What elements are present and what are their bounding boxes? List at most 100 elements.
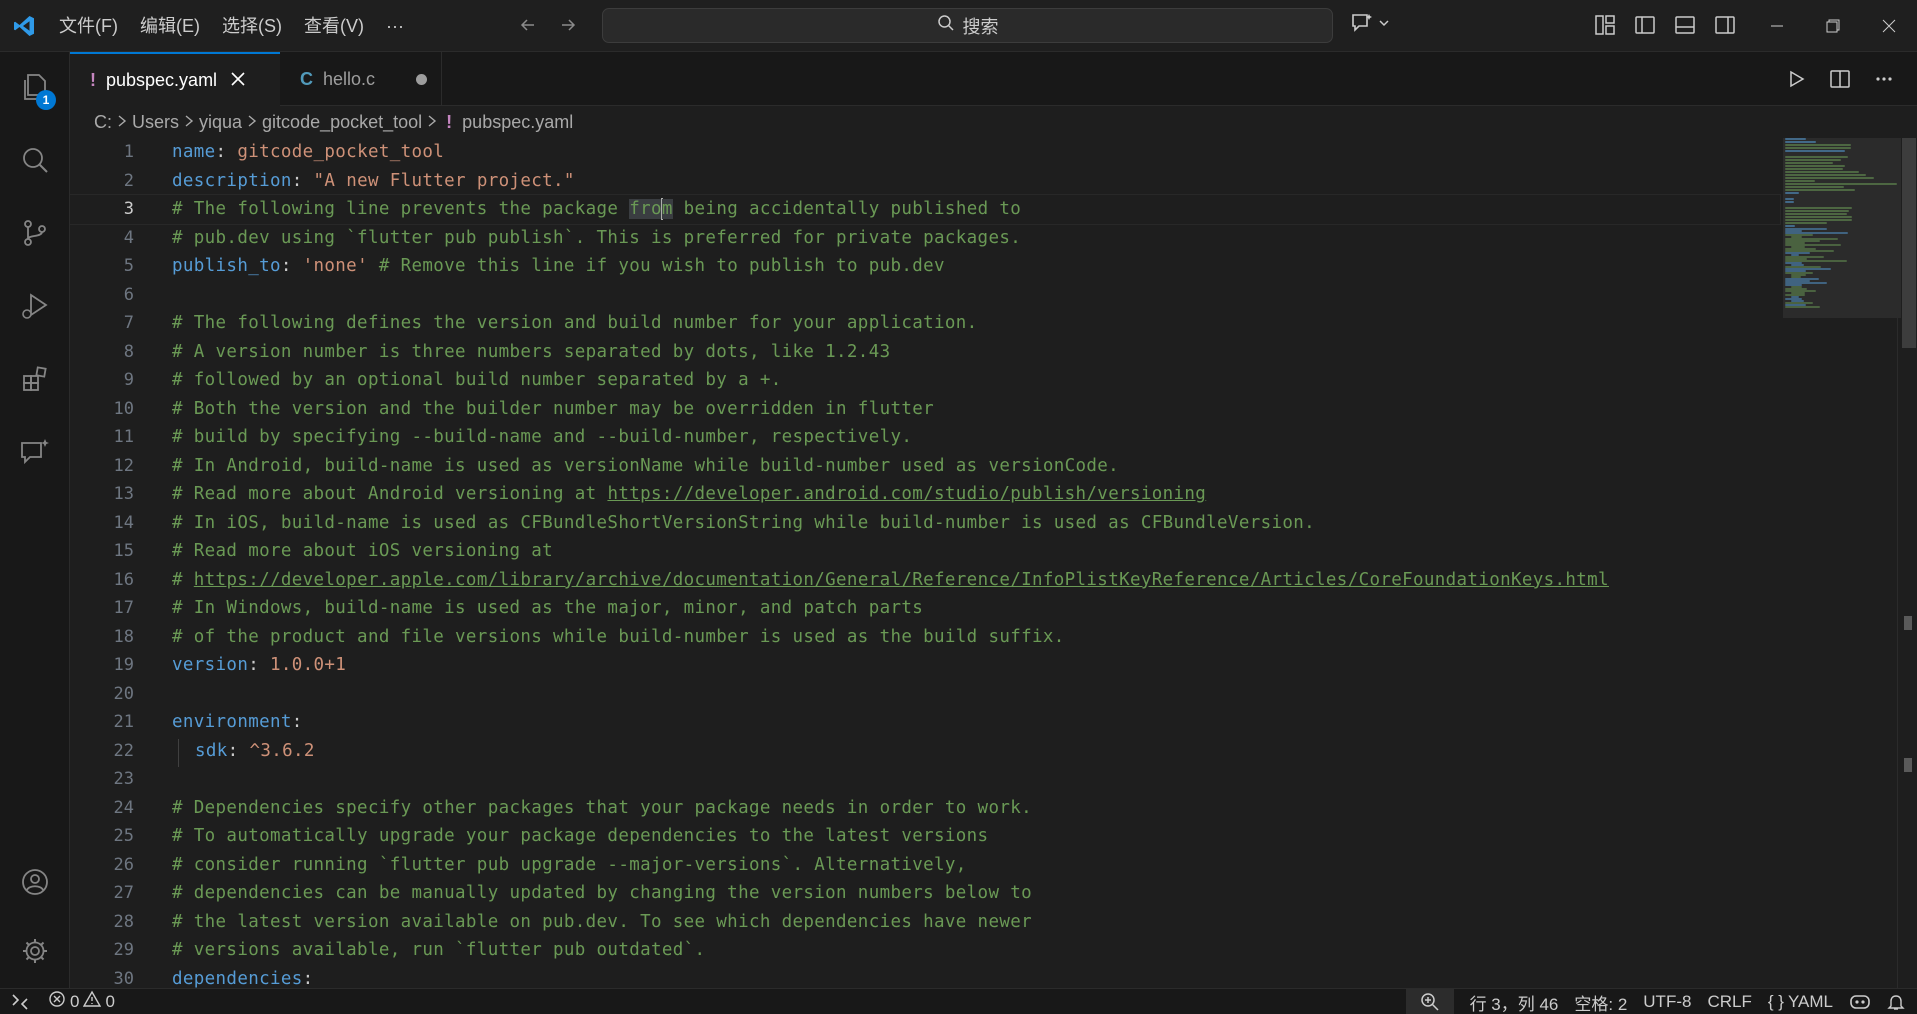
run-file-icon[interactable] (1783, 66, 1809, 92)
toggle-secondary-sidebar-icon[interactable] (1712, 12, 1738, 38)
code-line: 7 # The following defines the version an… (70, 309, 1770, 338)
minimap-line (1785, 186, 1844, 188)
encoding[interactable]: UTF-8 (1635, 989, 1699, 1014)
account-icon[interactable] (0, 847, 70, 917)
link-ios-versioning[interactable]: https://developer.apple.com/library/arch… (194, 570, 1609, 590)
tab-pubspec-yaml[interactable]: ! pubspec.yaml (70, 52, 280, 107)
more-actions-icon[interactable] (1871, 66, 1897, 92)
scrollbar-thumb[interactable] (1902, 138, 1916, 348)
end-of-line[interactable]: CRLF (1699, 989, 1759, 1014)
unsaved-dot-icon[interactable] (416, 74, 427, 85)
run-debug-icon[interactable] (0, 271, 70, 341)
code-text: # To automatically upgrade your package … (172, 826, 989, 847)
status-bar-right: 行 3，列 46 空格: 2 UTF-8 CRLF { } YAML (1405, 989, 1917, 1014)
code-line: 29 # versions available, run `flutter pu… (70, 936, 1770, 965)
menu-view[interactable]: 查看(V) (293, 9, 375, 43)
explorer-icon[interactable]: 1 (0, 52, 70, 122)
code-text: # In Windows, build-name is used as the … (172, 598, 924, 619)
minimap-line (1785, 159, 1842, 161)
minimap-line (1785, 168, 1843, 170)
breadcrumb-folder[interactable]: gitcode_pocket_tool (262, 112, 422, 133)
line-number: 23 (113, 769, 134, 790)
menu-more[interactable]: ··· (375, 9, 415, 43)
indentation[interactable]: 空格: 2 (1566, 989, 1635, 1014)
code-line: 21 environment: (70, 708, 1770, 737)
breadcrumb-drive[interactable]: C: (94, 112, 112, 133)
menu-file[interactable]: 文件(F) (48, 9, 129, 43)
split-editor-icon[interactable] (1827, 66, 1853, 92)
code-line: 30 dependencies: (70, 965, 1770, 988)
forward-arrow-icon[interactable] (555, 12, 581, 38)
line-number: 22 (113, 740, 134, 761)
vertical-scrollbar[interactable] (1897, 138, 1917, 988)
toggle-panel-icon[interactable] (1672, 12, 1698, 38)
manage-gear-icon[interactable] (0, 916, 70, 986)
language-mode[interactable]: { } YAML (1760, 989, 1841, 1014)
yaml-file-icon: ! (90, 70, 96, 90)
code-text: # A version number is three numbers sepa… (172, 341, 891, 362)
toggle-primary-sidebar-icon[interactable] (1632, 12, 1658, 38)
extensions-icon[interactable] (0, 344, 70, 414)
minimap-line (1785, 189, 1855, 191)
copilot-chat-button[interactable] (1350, 12, 1390, 37)
code-text: # In Android, build-name is used as vers… (172, 455, 1120, 476)
command-center-search[interactable]: 搜索 (602, 8, 1333, 43)
notifications-bell-icon[interactable] (1879, 989, 1917, 1014)
search-icon[interactable] (0, 125, 70, 195)
line-number: 27 (113, 883, 134, 904)
close-tab-icon[interactable] (231, 70, 245, 91)
remote-icon[interactable] (0, 989, 40, 1014)
cursor-position[interactable]: 行 3，列 46 (1462, 989, 1567, 1014)
minimap-line (1785, 213, 1848, 215)
code-line-current: 3 # The following line prevents the pack… (70, 194, 1781, 225)
yaml-file-icon: ! (446, 111, 453, 132)
line-number: 7 (123, 313, 134, 334)
error-count: 0 (70, 991, 80, 1011)
line-number: 13 (113, 484, 134, 505)
chat-icon[interactable] (0, 417, 70, 487)
breadcrumb-users[interactable]: Users (132, 112, 179, 133)
customize-layout-icon[interactable] (1592, 12, 1618, 38)
copilot-status-icon[interactable] (1841, 989, 1879, 1014)
minimap-line (1785, 180, 1815, 182)
code-line: 16 # https://developer.apple.com/library… (70, 566, 1770, 595)
code-text: # consider running `flutter pub upgrade … (172, 854, 967, 875)
menu-selection[interactable]: 选择(S) (211, 9, 293, 43)
line-number: 29 (113, 940, 134, 961)
source-control-icon[interactable] (0, 198, 70, 268)
minimap-line (1785, 177, 1875, 179)
zoom-icon[interactable] (1405, 989, 1454, 1014)
minimap-line (1785, 192, 1799, 194)
tab-hello-c[interactable]: C hello.c (280, 52, 442, 106)
code-editor[interactable]: 1 name: gitcode_pocket_tool 2 descriptio… (70, 138, 1917, 988)
scrollbar-marker (1904, 758, 1912, 772)
code-line: 6 (70, 281, 1770, 310)
minimap[interactable] (1783, 138, 1901, 318)
link-android-versioning[interactable]: https://developer.android.com/studio/pub… (607, 484, 1206, 504)
menu-edit[interactable]: 编辑(E) (129, 9, 211, 43)
code-text: environment: (172, 712, 303, 733)
minimize-icon[interactable] (1749, 0, 1805, 52)
code-text: version: 1.0.0+1 (172, 655, 347, 676)
line-number: 28 (113, 911, 134, 932)
breadcrumb-file[interactable]: pubspec.yaml (462, 112, 573, 133)
code-text: sdk: ^3.6.2 (195, 740, 315, 761)
line-number: 18 (113, 626, 134, 647)
line-number: 24 (113, 797, 134, 818)
line-number: 1 (123, 142, 134, 163)
restore-icon[interactable] (1805, 0, 1861, 52)
line-number: 6 (123, 284, 134, 305)
problems-indicator[interactable]: 0 0 (40, 989, 123, 1014)
code-line: 4 # pub.dev using `flutter pub publish`.… (70, 224, 1770, 253)
line-number: 26 (113, 854, 134, 875)
back-arrow-icon[interactable] (515, 12, 541, 38)
code-line: 28 # the latest version available on pub… (70, 908, 1770, 937)
search-icon (937, 14, 955, 37)
close-window-icon[interactable] (1861, 0, 1917, 52)
breadcrumb-user[interactable]: yiqua (199, 112, 242, 133)
minimap-line (1785, 174, 1866, 176)
search-label: 搜索 (962, 16, 999, 37)
line-number: 30 (113, 968, 134, 988)
chevron-down-icon (1378, 17, 1390, 32)
line-number: 3 (123, 199, 134, 220)
